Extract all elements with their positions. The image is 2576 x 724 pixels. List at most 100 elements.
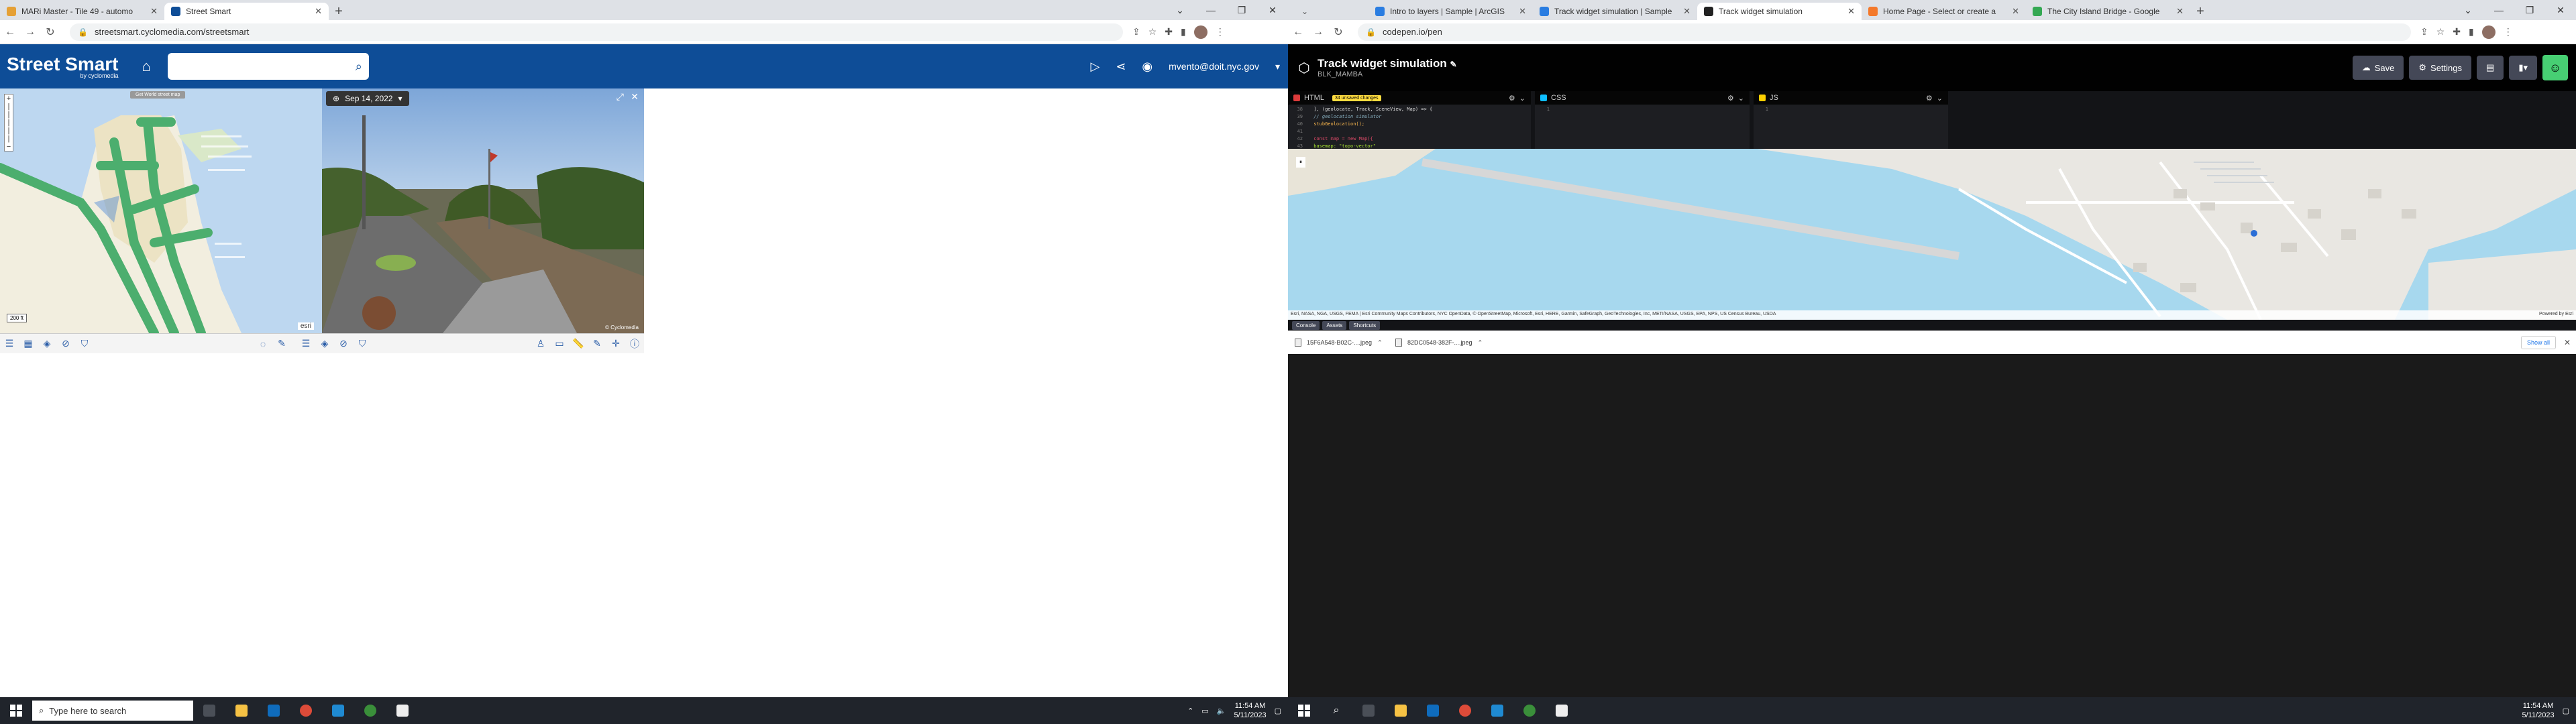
play-icon[interactable]: ▷ <box>1090 60 1099 74</box>
shield-icon[interactable]: ⛉ <box>75 338 94 349</box>
tab-intro-layers[interactable]: Intro to layers | Sample | ArcGIS ✕ <box>1368 3 1533 20</box>
chevron-down-icon[interactable]: ⌄ <box>1937 94 1943 103</box>
puzzle-icon[interactable]: ✚ <box>2453 26 2461 38</box>
download-item[interactable]: 15F6A548-B02C-....jpeg ⌃ <box>1288 339 1389 347</box>
share-icon[interactable]: ⇪ <box>1132 26 1140 38</box>
scene-view[interactable]: ⏸ Esri, NASA, NGA, USGS, FEMA | Esri Com… <box>1288 149 2576 320</box>
screen-icon[interactable]: ▭ <box>550 338 569 349</box>
circle-app-icon[interactable] <box>354 697 386 724</box>
pen-icon[interactable]: ✎ <box>588 338 606 349</box>
pin-button[interactable]: ▮▾ <box>2509 56 2537 80</box>
circle-app-icon[interactable] <box>1513 697 1546 724</box>
reload-icon[interactable]: ↻ <box>40 25 60 39</box>
task-view-icon[interactable] <box>1352 697 1385 724</box>
avatar[interactable] <box>2481 25 2496 39</box>
search-input[interactable]: ⌕ <box>167 53 369 80</box>
star-icon[interactable]: ☆ <box>1148 26 1157 38</box>
chevron-down-icon[interactable]: ⌄ <box>1519 94 1525 103</box>
zoom-control[interactable]: + | | | | | − <box>4 94 13 152</box>
save-button[interactable]: ☁ Save <box>2352 56 2404 80</box>
js-editor[interactable]: JS ⚙ ⌄ 1 <box>1754 91 1948 149</box>
expand-icon[interactable]: ⤢ <box>616 91 624 103</box>
document-icon[interactable] <box>386 697 419 724</box>
notification-icon[interactable]: ▢ <box>2563 707 2569 715</box>
visibility-icon[interactable]: ⊘ <box>334 338 353 349</box>
file-explorer-icon[interactable] <box>1385 697 1417 724</box>
console-tab[interactable]: Console <box>1292 320 1320 330</box>
menu-icon[interactable]: ☰ <box>297 338 315 349</box>
layers-icon[interactable]: ◈ <box>315 338 334 349</box>
map-2d[interactable]: + | | | | | − Get World street map 200 ft esri <box>0 88 322 333</box>
menu-icon[interactable]: ☰ <box>0 338 19 349</box>
gear-icon[interactable]: ⚙ <box>1727 94 1734 103</box>
chevron-up-icon[interactable]: ⌃ <box>1478 339 1483 347</box>
layout-button[interactable]: ▤ <box>2477 56 2504 80</box>
close-icon[interactable]: ✕ <box>2176 6 2184 17</box>
chevron-up-icon[interactable]: ⌃ <box>1187 707 1193 715</box>
pause-icon[interactable]: ⏸ <box>1296 157 1305 168</box>
shortcuts-tab[interactable]: Shortcuts <box>1349 320 1381 330</box>
tab-mari-master[interactable]: MARi Master - Tile 49 - automo ✕ <box>0 3 164 20</box>
close-icon[interactable]: ✕ <box>315 6 322 17</box>
pen-title[interactable]: Track widget simulation <box>1318 57 1447 70</box>
url-field[interactable]: 🔒 streetsmart.cyclomedia.com/streetsmart <box>70 23 1123 41</box>
info-icon[interactable]: ⓘ <box>625 337 644 351</box>
sidebar-icon[interactable]: ▮ <box>2469 26 2474 38</box>
close-window-icon[interactable]: ✕ <box>2545 0 2576 20</box>
minimize-icon[interactable]: — <box>1195 0 1226 20</box>
close-window-icon[interactable]: ✕ <box>1257 0 1288 20</box>
chevron-down-icon[interactable]: ⌄ <box>1738 94 1744 103</box>
tab-street-smart[interactable]: Street Smart ✕ <box>164 3 329 20</box>
new-tab-button[interactable]: + <box>329 3 349 20</box>
chevron-up-icon[interactable]: ⌃ <box>1377 339 1383 347</box>
panorama-viewer[interactable]: ⊕ Sep 14, 2022 ▾ ⤢ ✕ © Cyclomedia <box>322 88 644 333</box>
chevron-down-icon[interactable]: ⌄ <box>2453 0 2483 20</box>
pencil-icon[interactable]: ✎ <box>1450 60 1456 69</box>
file-explorer-icon[interactable] <box>225 697 258 724</box>
chrome-icon[interactable] <box>290 697 322 724</box>
share-icon[interactable]: ⋖ <box>1116 60 1126 74</box>
avatar[interactable] <box>1193 25 1208 39</box>
tab-track-widget[interactable]: Track widget simulation ✕ <box>1697 3 1862 20</box>
chevron-down-icon[interactable]: ▾ <box>1275 61 1280 72</box>
windows-icon[interactable] <box>0 705 32 717</box>
vscode-icon[interactable] <box>322 697 354 724</box>
download-item[interactable]: 82DC0548-382F-....jpeg ⌃ <box>1389 339 1489 347</box>
measure-icon[interactable]: ✎ <box>272 338 291 349</box>
close-icon[interactable]: ✕ <box>1847 6 1855 17</box>
back-icon[interactable]: ← <box>0 26 20 38</box>
document-icon[interactable] <box>1546 697 1578 724</box>
back-icon[interactable]: ← <box>1288 26 1308 38</box>
close-icon[interactable]: ✕ <box>631 91 639 103</box>
url-field[interactable]: 🔒 codepen.io/pen <box>1358 23 2411 41</box>
tab-track-sample[interactable]: Track widget simulation | Sample ✕ <box>1533 3 1697 20</box>
gear-icon[interactable]: ⚙ <box>1509 94 1515 103</box>
tab-search-icon[interactable]: ⌄ <box>1288 3 1368 20</box>
date-selector[interactable]: ⊕ Sep 14, 2022 ▾ <box>326 91 409 106</box>
forward-icon[interactable]: → <box>20 26 40 38</box>
html-editor[interactable]: HTML 34 unsaved changes ⚙ ⌄ 38 ], (geolo… <box>1288 91 1531 149</box>
task-view-icon[interactable] <box>193 697 225 724</box>
target-icon[interactable]: ✛ <box>606 338 625 349</box>
search-icon[interactable]: ⌕ <box>1320 697 1352 724</box>
assets-tab[interactable]: Assets <box>1322 320 1347 330</box>
vscode-icon[interactable] <box>1481 697 1513 724</box>
outlook-icon[interactable] <box>1417 697 1449 724</box>
outlook-icon[interactable] <box>258 697 290 724</box>
maximize-icon[interactable]: ❐ <box>2514 0 2545 20</box>
close-icon[interactable]: ✕ <box>1519 6 1526 17</box>
clock[interactable]: 11:54 AM 5/11/2023 <box>2522 701 2554 720</box>
network-icon[interactable]: ▭ <box>1201 707 1208 715</box>
basemap-tag[interactable]: Get World street map <box>130 91 186 99</box>
avatar[interactable]: ☺ <box>2542 55 2568 80</box>
puzzle-icon[interactable]: ✚ <box>1165 26 1173 38</box>
new-tab-button[interactable]: + <box>2190 3 2210 20</box>
close-icon[interactable]: ✕ <box>1683 6 1690 17</box>
map-icon[interactable]: ▦ <box>19 338 38 349</box>
codepen-logo-icon[interactable]: ⬡ <box>1291 60 1318 76</box>
close-icon[interactable]: ✕ <box>2564 338 2571 347</box>
windows-icon[interactable] <box>1288 705 1320 717</box>
clock[interactable]: 11:54 AM 5/11/2023 <box>1234 701 1266 720</box>
forward-icon[interactable]: → <box>1308 26 1328 38</box>
tab-home-page[interactable]: Home Page - Select or create a ✕ <box>1862 3 2026 20</box>
